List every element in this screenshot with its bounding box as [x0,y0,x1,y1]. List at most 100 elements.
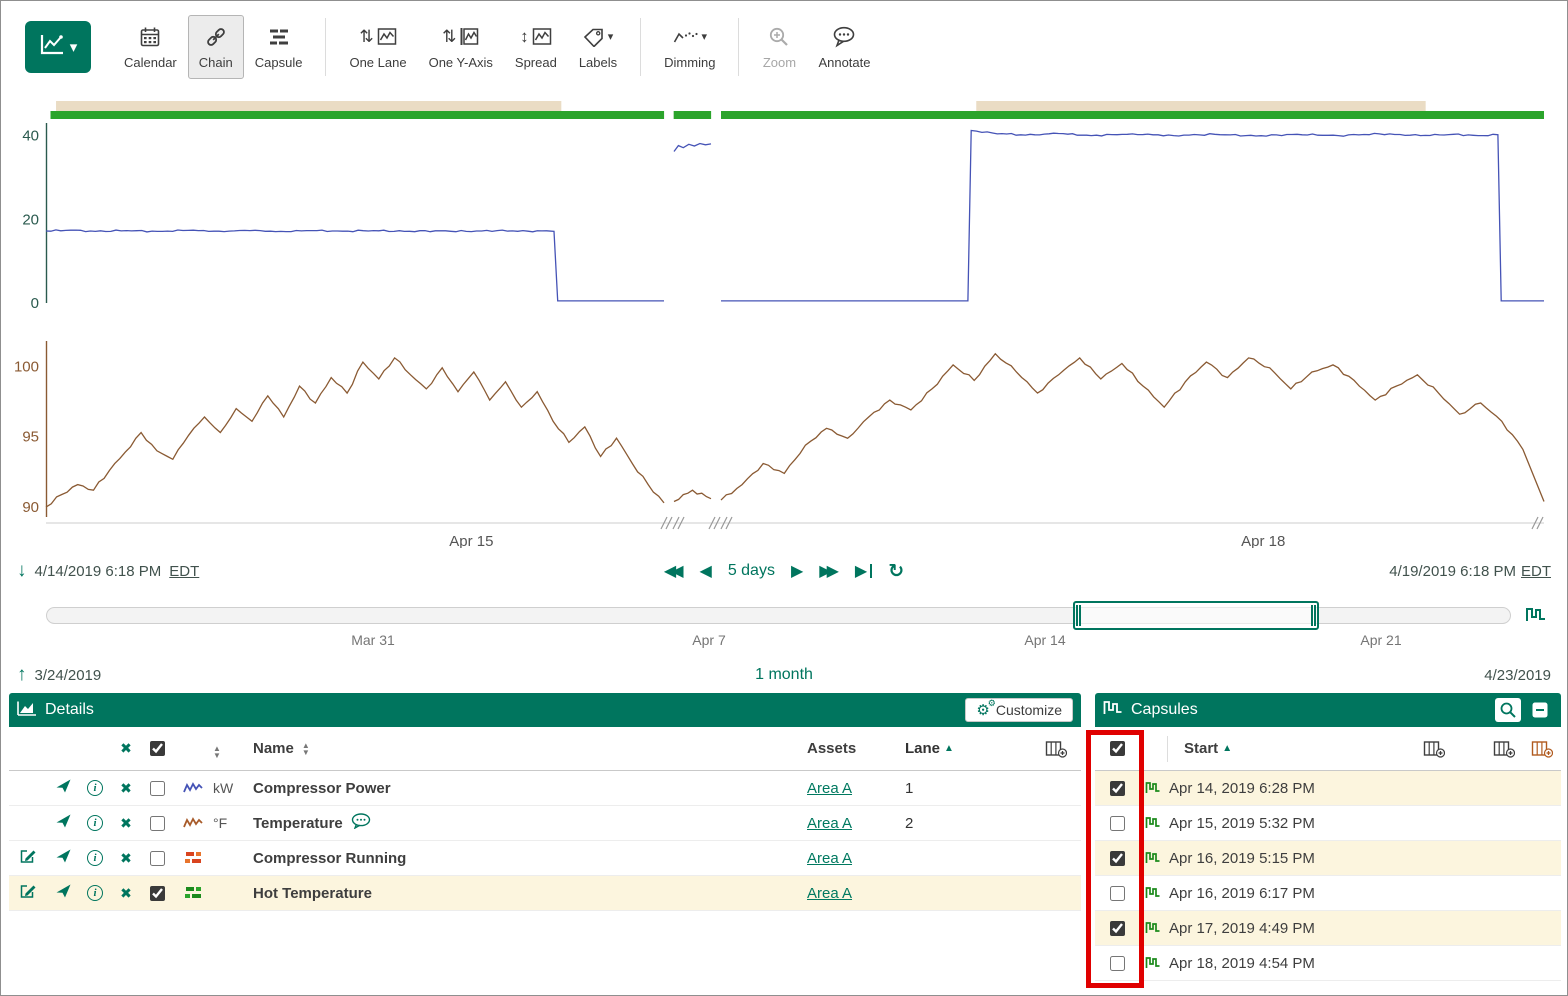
investigate-range-end[interactable]: 4/23/2019 [1484,667,1551,684]
step-back-icon[interactable]: ◀ [700,561,712,581]
timezone-link[interactable]: EDT [169,563,199,580]
asset-link[interactable]: Area A [807,815,852,832]
capsule-select-checkbox[interactable] [1110,851,1125,866]
lane-column-header[interactable]: Lane▲ [881,740,961,757]
info-icon[interactable]: i [87,885,103,901]
display-duration[interactable]: 5 days [728,562,775,580]
capsule-row[interactable]: Apr 16, 2019 5:15 PM [1095,841,1561,876]
step-forward-icon[interactable]: ▶ [791,561,803,581]
details-table-row[interactable]: i ✖ Compressor Running Area A [9,841,1081,876]
investigate-range-start[interactable]: 3/24/2019 [35,667,102,684]
one-y-axis-label: One Y-Axis [429,55,493,70]
row-select-checkbox[interactable] [150,886,165,901]
capsule-start: Apr 17, 2019 4:49 PM [1167,920,1561,937]
sort-icon[interactable]: ▲▼ [302,742,310,756]
investigate-duration[interactable]: 1 month [755,666,813,684]
add-column-icon[interactable] [1411,740,1457,758]
rocket-icon[interactable] [55,778,72,798]
assets-column-header[interactable]: Assets [807,740,881,757]
calendar-button[interactable]: Calendar [113,15,188,79]
add-column-icon[interactable] [1485,740,1523,758]
dimming-button[interactable]: ▾ Dimming [653,15,726,79]
selector-right-handle[interactable] [1311,605,1316,626]
remove-all-icon[interactable]: ✖ [120,740,132,757]
asset-link[interactable]: Area A [807,850,852,867]
step-back-large-icon[interactable]: ◀◀ [664,561,684,581]
comment-icon[interactable] [351,813,371,833]
info-icon[interactable]: i [87,815,103,831]
remove-icon[interactable]: ✖ [120,780,132,797]
display-range-start[interactable]: 4/14/2019 6:18 PM [35,563,162,580]
step-forward-large-icon[interactable]: ▶▶ [819,561,839,581]
details-select-all-checkbox[interactable] [150,741,165,756]
annotate-button[interactable]: Annotate [807,15,881,79]
asset-link[interactable]: Area A [807,885,852,902]
display-range-end[interactable]: 4/19/2019 6:18 PM [1389,563,1516,580]
start-column-header[interactable]: Start▲ [1167,736,1411,762]
timeline-capsule-icon[interactable] [1525,605,1547,630]
rocket-icon[interactable] [55,813,72,833]
details-table-row[interactable]: i ✖ °F Temperature Area A 2 [9,806,1081,841]
info-icon[interactable]: i [87,780,103,796]
asset-link[interactable]: Area A [807,780,852,797]
capsule-select-checkbox[interactable] [1110,886,1125,901]
capsule-time-button[interactable]: Capsule [244,15,314,79]
name-column-header[interactable]: Name [253,740,294,757]
details-panel: Details ⚙⚙ Customize ✖ ▲▼ Name ▲▼ Assets… [9,693,1081,993]
pan-up-icon[interactable]: ↑ [17,664,27,686]
labels-button[interactable]: ▾ Labels [568,15,628,79]
trend-chart[interactable]: Apr 15Apr 18402001009590 [1,93,1568,548]
row-select-checkbox[interactable] [150,851,165,866]
row-select-checkbox[interactable] [150,816,165,831]
capsule-row[interactable]: Apr 17, 2019 4:49 PM [1095,911,1561,946]
capsule-type-icon [1139,815,1167,831]
calendar-icon [139,25,161,49]
capsule-start: Apr 18, 2019 4:54 PM [1167,955,1561,972]
rocket-icon[interactable] [55,848,72,868]
selector-left-handle[interactable] [1076,605,1081,626]
capsule-start: Apr 14, 2019 6:28 PM [1167,780,1561,797]
svg-text:Apr 15: Apr 15 [449,533,493,548]
add-column-icon[interactable] [1031,740,1081,758]
capsule-row[interactable]: Apr 16, 2019 6:17 PM [1095,876,1561,911]
refresh-icon[interactable]: ↻ [888,560,904,583]
one-lane-button[interactable]: ⇅ One Lane [338,15,417,79]
skip-to-now-icon[interactable]: ▶ [855,561,872,581]
chain-button[interactable]: Chain [188,15,244,79]
capsule-row[interactable]: Apr 14, 2019 6:28 PM [1095,771,1561,806]
info-icon[interactable]: i [87,850,103,866]
zoom-to-capsules-button[interactable] [1495,698,1521,722]
timezone-link[interactable]: EDT [1521,563,1551,580]
sort-icon[interactable]: ▲▼ [213,745,221,759]
dimming-label: Dimming [664,55,715,70]
one-lane-label: One Lane [349,55,406,70]
remove-icon[interactable]: ✖ [120,885,132,902]
capsules-select-all-checkbox[interactable] [1110,741,1125,756]
remove-icon[interactable]: ✖ [120,850,132,867]
one-y-axis-button[interactable]: ⇅ One Y-Axis [418,15,504,79]
edit-icon[interactable] [19,848,37,868]
edit-icon[interactable] [19,883,37,903]
gear-icon: ⚙⚙ [976,703,989,718]
spread-button[interactable]: ↕ Spread [504,15,568,79]
row-select-checkbox[interactable] [150,781,165,796]
capsule-select-checkbox[interactable] [1110,781,1125,796]
rocket-icon[interactable] [55,883,72,903]
add-column-icon[interactable] [1523,740,1561,758]
capsule-select-checkbox[interactable] [1110,921,1125,936]
capsules-panel: Capsules Start▲ [1095,693,1561,993]
remove-icon[interactable]: ✖ [120,815,132,832]
capsule-select-checkbox[interactable] [1110,816,1125,831]
worksheet-view-dropdown[interactable]: ▾ [25,21,91,73]
one-lane-icon: ⇅ [359,25,396,49]
spread-label: Spread [515,55,557,70]
collapse-panel-button[interactable] [1527,698,1553,722]
display-range-selector[interactable] [1073,601,1319,630]
capsule-row[interactable]: Apr 18, 2019 4:54 PM [1095,946,1561,981]
capsule-row[interactable]: Apr 15, 2019 5:32 PM [1095,806,1561,841]
capsule-select-checkbox[interactable] [1110,956,1125,971]
details-table-row[interactable]: i ✖ Hot Temperature Area A [9,876,1081,911]
pan-down-icon[interactable]: ↓ [17,560,27,582]
details-table-row[interactable]: i ✖ kW Compressor Power Area A 1 [9,771,1081,806]
customize-button[interactable]: ⚙⚙ Customize [965,698,1073,722]
